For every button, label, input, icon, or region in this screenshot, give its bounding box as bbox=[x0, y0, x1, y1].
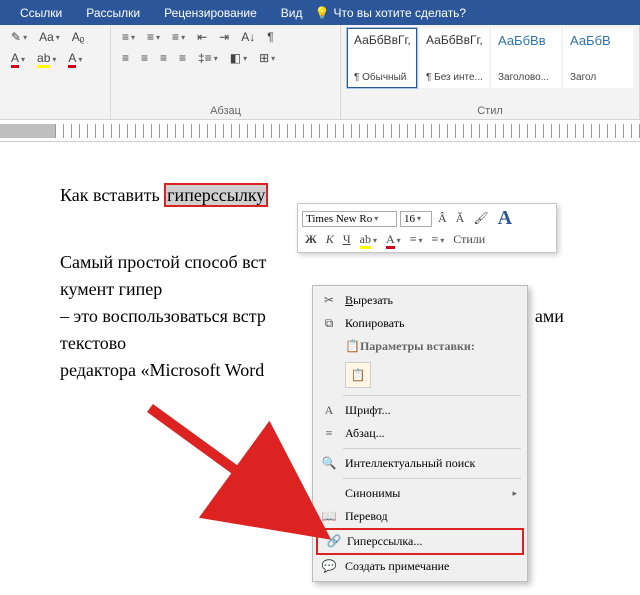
format-painter-button[interactable]: 🖌 bbox=[470, 211, 491, 226]
ribbon: ✎▾ Aa▾ Aᵨ A▾ ab▾ A▾ ≡▾ ≡▾ ≡▾ ⇤ ⇥ A↓ ¶ ≡ … bbox=[0, 25, 640, 120]
mini-bold-button[interactable]: Ж bbox=[302, 232, 320, 247]
indent-inc-button[interactable]: ⇥ bbox=[214, 28, 234, 46]
borders-button[interactable]: ⊞▾ bbox=[254, 49, 280, 67]
chevron-right-icon: ▸ bbox=[512, 488, 517, 499]
paste-keep-source-button[interactable]: 📋 bbox=[345, 362, 371, 388]
bulb-icon: 💡 bbox=[315, 6, 330, 20]
tab-review[interactable]: Рецензирование bbox=[152, 6, 269, 20]
font-color2-button[interactable]: A▾ bbox=[63, 49, 87, 70]
ctx-synonyms[interactable]: Синонимы▸ bbox=[313, 482, 527, 505]
grow-font-button[interactable]: Â bbox=[435, 211, 450, 226]
mini-highlight-button[interactable]: ab▾ bbox=[357, 232, 380, 247]
ctx-translate[interactable]: 📖Перевод bbox=[313, 505, 527, 528]
align-center-button[interactable]: ≡ bbox=[136, 49, 153, 67]
font-group: ✎▾ Aa▾ Aᵨ A▾ ab▾ A▾ bbox=[0, 25, 111, 119]
styles-group: АаБбВвГг, ¶ Обычный АаБбВвГг, ¶ Без инте… bbox=[341, 25, 640, 119]
tab-view[interactable]: Вид bbox=[269, 6, 315, 20]
highlight-button[interactable]: ab▾ bbox=[32, 49, 61, 70]
comment-icon: 💬 bbox=[321, 559, 337, 575]
paste-icon: 📋 bbox=[345, 339, 360, 353]
mini-styles-label[interactable]: Стили bbox=[450, 232, 488, 247]
styles-group-label: Стил bbox=[341, 105, 639, 117]
ctx-separator bbox=[343, 478, 521, 479]
align-right-button[interactable]: ≡ bbox=[155, 49, 172, 67]
style-nospacing[interactable]: АаБбВвГг, ¶ Без инте... bbox=[419, 28, 489, 88]
tell-me[interactable]: 💡 Что вы хотите сделать? bbox=[315, 6, 467, 20]
justify-button[interactable]: ≡ bbox=[174, 49, 191, 67]
font-icon: A bbox=[321, 403, 337, 419]
ruler-margin bbox=[0, 124, 55, 138]
multilevel-button[interactable]: ≡▾ bbox=[167, 28, 190, 46]
style-heading1[interactable]: АаБбВв Заголово... bbox=[491, 28, 561, 88]
indent-dec-button[interactable]: ⇤ bbox=[192, 28, 212, 46]
mini-bullets-button[interactable]: ≡▾ bbox=[407, 232, 426, 247]
numbering-button[interactable]: ≡▾ bbox=[142, 28, 165, 46]
scissors-icon: ✂ bbox=[321, 293, 337, 309]
mini-fontcolor-button[interactable]: A▾ bbox=[383, 232, 404, 247]
paragraph-icon: ≡ bbox=[321, 426, 337, 442]
paragraph-group-label: Абзац bbox=[111, 105, 340, 117]
line-spacing-button[interactable]: ‡≡▾ bbox=[193, 49, 223, 67]
context-menu: ✂ВВырезатьырезать ⧉Копировать 📋Параметры… bbox=[312, 285, 528, 582]
clear-all-button[interactable]: Aᵨ bbox=[67, 28, 90, 46]
style-heading2[interactable]: АаБбВ Загол bbox=[563, 28, 633, 88]
mini-underline-button[interactable]: Ч bbox=[340, 232, 354, 247]
mini-numbering-button[interactable]: ≡▾ bbox=[428, 232, 447, 247]
tab-mailings[interactable]: Рассылки bbox=[74, 6, 152, 20]
link-icon: 🔗 bbox=[326, 534, 342, 550]
mini-italic-button[interactable]: К bbox=[323, 232, 337, 247]
align-left-button[interactable]: ≡ bbox=[117, 49, 134, 67]
style-normal[interactable]: АаБбВвГг, ¶ Обычный bbox=[347, 28, 417, 88]
tab-links[interactable]: Ссылки bbox=[8, 6, 74, 20]
ruler[interactable] bbox=[0, 120, 640, 142]
search-icon: 🔍 bbox=[321, 456, 337, 472]
ctx-cut[interactable]: ✂ВВырезатьырезать bbox=[313, 289, 527, 312]
ctx-hyperlink[interactable]: 🔗Гиперссылка... bbox=[316, 528, 524, 555]
ctx-font[interactable]: AШрифт... bbox=[313, 399, 527, 422]
copy-icon: ⧉ bbox=[321, 316, 337, 332]
ctx-paste-options: 📋 bbox=[313, 358, 527, 392]
sort-button[interactable]: A↓ bbox=[236, 28, 260, 46]
ctx-comment[interactable]: 💬Создать примечание bbox=[313, 555, 527, 578]
ctx-smart-search[interactable]: 🔍Интеллектуальный поиск bbox=[313, 452, 527, 475]
ribbon-tabs: Ссылки Рассылки Рецензирование Вид 💡 Что… bbox=[0, 0, 640, 25]
translate-icon: 📖 bbox=[321, 509, 337, 525]
change-case-button[interactable]: Aa▾ bbox=[34, 28, 65, 46]
styles-button[interactable]: A bbox=[495, 207, 515, 230]
selected-text[interactable]: гиперссылку bbox=[164, 183, 268, 207]
clear-format-button[interactable]: ✎▾ bbox=[6, 28, 32, 46]
bullets-button[interactable]: ≡▾ bbox=[117, 28, 140, 46]
mini-font-select[interactable]: Times New Ro▾ bbox=[302, 211, 397, 227]
ctx-paste-header: 📋Параметры вставки: bbox=[313, 335, 527, 358]
ctx-separator bbox=[343, 448, 521, 449]
shading-button[interactable]: ◧▾ bbox=[225, 49, 252, 67]
mini-size-select[interactable]: 16▾ bbox=[400, 211, 432, 227]
ruler-ticks bbox=[55, 124, 640, 138]
ctx-paragraph[interactable]: ≡Абзац... bbox=[313, 422, 527, 445]
show-marks-button[interactable]: ¶ bbox=[262, 28, 278, 46]
mini-toolbar: Times New Ro▾ 16▾ Â Ǎ 🖌 A Ж К Ч ab▾ A▾… bbox=[297, 203, 557, 253]
ctx-separator bbox=[343, 395, 521, 396]
font-color-button[interactable]: A▾ bbox=[6, 49, 30, 70]
tell-me-text: Что вы хотите сделать? bbox=[333, 6, 466, 20]
shrink-font-button[interactable]: Ǎ bbox=[453, 211, 468, 226]
paragraph-group: ≡▾ ≡▾ ≡▾ ⇤ ⇥ A↓ ¶ ≡ ≡ ≡ ≡ ‡≡▾ ◧▾ ⊞▾ Абза… bbox=[111, 25, 341, 119]
ctx-copy[interactable]: ⧉Копировать bbox=[313, 312, 527, 335]
